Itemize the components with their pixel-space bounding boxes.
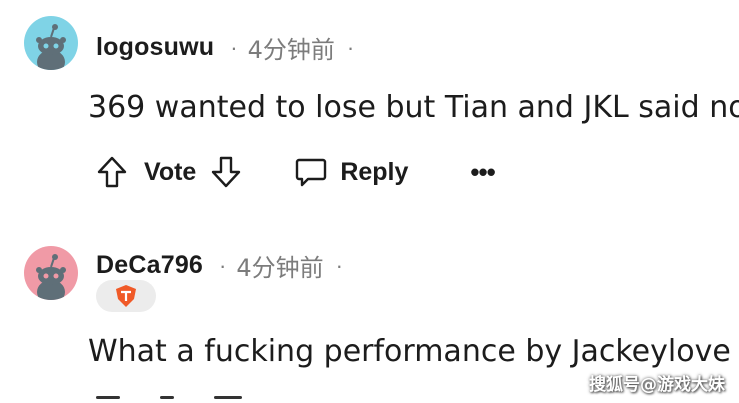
username[interactable]: DeCa796 xyxy=(96,251,203,280)
vote-group: Vote xyxy=(96,155,242,189)
timestamp[interactable]: 4分钟前 xyxy=(236,248,323,283)
vote-label: Vote xyxy=(144,157,197,186)
separator-dot: · xyxy=(335,252,343,278)
partial-actions-row xyxy=(96,396,242,399)
chat-bubble-icon xyxy=(296,158,327,187)
avatar[interactable] xyxy=(24,16,78,70)
downvote-arrow-icon[interactable] xyxy=(210,155,242,189)
comment-meta: logosuwu · 4分钟前 · xyxy=(96,30,354,65)
separator-dot: · xyxy=(219,252,227,278)
comment-body: What a fucking performance by Jackeylove xyxy=(88,334,731,369)
watermark: 搜狐号@游戏大妹 xyxy=(589,375,725,395)
reply-label: Reply xyxy=(340,157,409,186)
snoo-avatar-icon xyxy=(24,16,78,70)
upvote-arrow-icon[interactable] xyxy=(96,155,128,189)
comment-body: 369 wanted to lose but Tian and JKL said… xyxy=(88,90,739,125)
reply-button[interactable]: Reply xyxy=(294,156,408,188)
comment-meta: DeCa796 · 4分钟前 · xyxy=(96,248,343,283)
separator-dot: · xyxy=(346,34,355,60)
user-flair-badge xyxy=(96,280,156,312)
separator-dot: · xyxy=(230,34,238,60)
timestamp[interactable]: 4分钟前 xyxy=(248,30,335,65)
team-shield-icon xyxy=(116,285,136,307)
avatar[interactable] xyxy=(24,246,78,300)
comment-actions: Vote Reply ••• xyxy=(96,152,496,192)
more-options-icon[interactable]: ••• xyxy=(470,157,495,188)
username[interactable]: logosuwu xyxy=(96,33,214,62)
snoo-avatar-icon xyxy=(24,246,78,300)
